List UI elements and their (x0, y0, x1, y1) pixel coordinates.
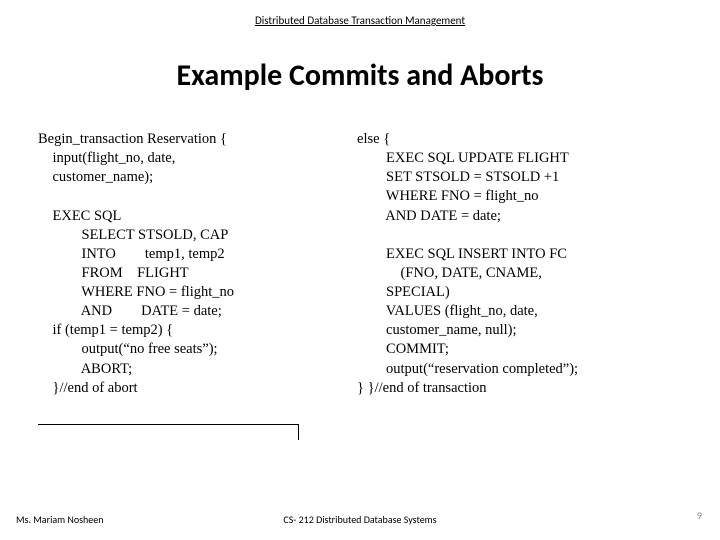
course-topic-header: Distributed Database Transaction Managem… (0, 0, 720, 27)
code-content: Begin_transaction Reservation { input(fl… (0, 130, 720, 398)
divider-line (38, 424, 298, 425)
slide-title: Example Commits and Aborts (0, 57, 720, 94)
page-number: 9 (697, 509, 702, 522)
code-left-column: Begin_transaction Reservation { input(fl… (38, 130, 349, 398)
code-right-column: else { EXEC SQL UPDATE FLIGHT SET STSOLD… (357, 130, 694, 398)
footer-course: CS- 212 Distributed Database Systems (0, 513, 720, 526)
divider-wrap (0, 424, 720, 425)
